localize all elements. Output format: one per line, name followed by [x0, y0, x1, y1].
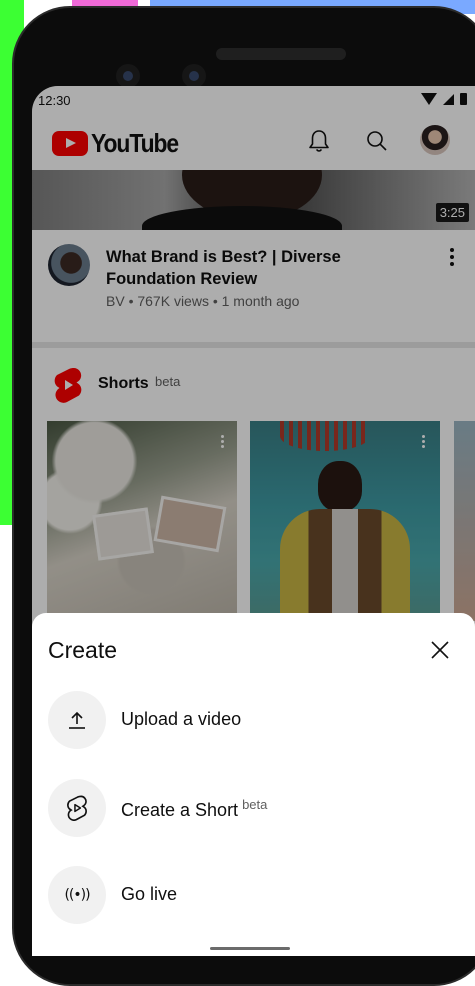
- phone-speaker: [216, 48, 346, 60]
- live-icon-glyph: ((•)): [64, 887, 90, 903]
- upload-video-option[interactable]: Upload a video: [32, 691, 475, 767]
- phone-screen: 12:30 YouTube 3:25 What Brand is Best? |…: [32, 86, 475, 956]
- go-live-label: Go live: [121, 884, 178, 904]
- go-live-option[interactable]: ((•)) Go live: [32, 866, 475, 942]
- upload-icon: [48, 691, 106, 749]
- upload-video-label: Upload a video: [121, 709, 242, 729]
- live-icon: ((•)): [48, 866, 106, 924]
- create-short-label: Create a Short beta: [121, 797, 267, 821]
- create-short-beta-badge: beta: [242, 797, 268, 812]
- shorts-create-icon: [48, 779, 106, 837]
- sheet-title: Create: [48, 637, 118, 663]
- create-short-text: Create a Short: [121, 800, 239, 820]
- phone-camera: [182, 64, 206, 88]
- home-indicator[interactable]: [210, 947, 290, 950]
- phone-camera: [116, 64, 140, 88]
- create-short-option[interactable]: Create a Short beta: [32, 779, 475, 855]
- create-bottom-sheet: Create Upload a video Create a Short bet…: [32, 613, 475, 956]
- close-icon[interactable]: [425, 635, 455, 665]
